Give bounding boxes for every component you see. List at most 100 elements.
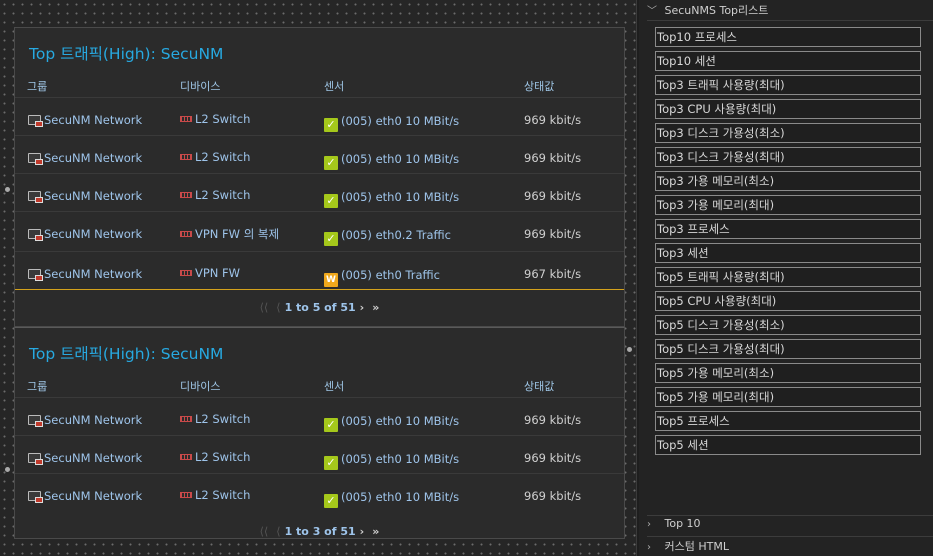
sensor-link[interactable]: ✓ (005) eth0 10 MBit/s xyxy=(324,414,459,432)
group-link[interactable]: SecuNM Network xyxy=(28,267,142,281)
table-row: SecuNM Network L2 Switch ✓ (005) eth0 10 MB… xyxy=(15,173,624,211)
toplist-item[interactable]: Top3 프로세스 xyxy=(655,219,921,239)
device-link[interactable]: L2 Switch xyxy=(180,112,250,126)
toplist-item[interactable]: Top3 CPU 사용량(최대) xyxy=(655,99,921,119)
status-value: 969 kbit/s xyxy=(524,151,582,165)
sensor-link[interactable]: ✓ (005) eth0 10 MBit/s xyxy=(324,190,459,208)
toplist-item[interactable]: Top3 디스크 가용성(최소) xyxy=(655,123,921,143)
group-name: SecuNM Network xyxy=(44,413,143,427)
group-link[interactable]: SecuNM Network xyxy=(28,451,142,465)
ok-status-icon: ✓ xyxy=(324,194,338,208)
toplist-item[interactable]: Top10 프로세스 xyxy=(655,27,921,47)
table-row: SecuNM Network VPN FW W (005) eth0 Traffic 9… xyxy=(15,251,624,290)
column-header-group[interactable]: 그룹 xyxy=(27,378,47,394)
group-link[interactable]: SecuNM Network xyxy=(28,189,142,203)
panel-header-secunms-toplist[interactable]: ﹀ SecuNMS Top리스트 xyxy=(647,2,933,21)
group-link[interactable]: SecuNM Network xyxy=(28,489,142,503)
sensor-link[interactable]: ✓ (005) eth0 10 MBit/s xyxy=(324,452,459,470)
network-group-icon xyxy=(28,153,43,165)
toplist-item[interactable]: Top5 세션 xyxy=(655,435,921,455)
sensor-name: (005) eth0 10 MBit/s xyxy=(341,490,460,504)
toplist-item[interactable]: Top3 트래픽 사용량(최대) xyxy=(655,75,921,95)
pagination: ⟨⟨ ⟨ 1 to 5 of 51 ›» xyxy=(15,301,624,314)
panel-header-top10[interactable]: › Top 10 xyxy=(647,515,933,535)
sensor-link[interactable]: ✓ (005) eth0 10 MBit/s xyxy=(324,114,459,132)
last-page-icon[interactable]: » xyxy=(372,525,379,538)
device-link[interactable]: L2 Switch xyxy=(180,412,250,426)
sensor-link[interactable]: ✓ (005) eth0.2 Traffic xyxy=(324,228,451,246)
device-link[interactable]: L2 Switch xyxy=(180,150,250,164)
group-link[interactable]: SecuNM Network xyxy=(28,227,142,241)
toplist-item[interactable]: Top3 가용 메모리(최대) xyxy=(655,195,921,215)
device-icon xyxy=(180,416,192,422)
device-link[interactable]: L2 Switch xyxy=(180,188,250,202)
status-value: 969 kbit/s xyxy=(524,489,582,503)
device-link[interactable]: L2 Switch xyxy=(180,450,250,464)
page-range: 1 to 5 of 51 xyxy=(284,301,356,314)
toplist-item[interactable]: Top3 세션 xyxy=(655,243,921,263)
resize-handle[interactable] xyxy=(5,187,10,192)
toplist-item[interactable]: Top3 가용 메모리(최소) xyxy=(655,171,921,191)
column-header-group[interactable]: 그룹 xyxy=(27,78,47,94)
group-name: SecuNM Network xyxy=(44,451,143,465)
toplist-item[interactable]: Top5 CPU 사용량(최대) xyxy=(655,291,921,311)
toplist-item[interactable]: Top5 가용 메모리(최소) xyxy=(655,363,921,383)
widget-title: Top 트래픽(High): SecuNM xyxy=(29,45,224,63)
network-group-icon xyxy=(28,453,43,465)
toplist-item[interactable]: Top5 가용 메모리(최대) xyxy=(655,387,921,407)
resize-handle[interactable] xyxy=(627,347,632,352)
group-name: SecuNM Network xyxy=(44,227,143,241)
next-page-icon[interactable]: › xyxy=(360,525,365,538)
panel-header-label: SecuNMS Top리스트 xyxy=(664,4,769,17)
device-link[interactable]: VPN FW 의 복제 xyxy=(180,226,279,242)
table-row: SecuNM Network L2 Switch ✓ (005) eth0 10 MB… xyxy=(15,135,624,173)
prev-page-icon[interactable]: ⟨ xyxy=(276,301,280,314)
device-icon xyxy=(180,192,192,198)
chevron-right-icon: › xyxy=(647,542,651,553)
column-header-sensor[interactable]: 센서 xyxy=(324,378,344,394)
table-row: SecuNM Network L2 Switch ✓ (005) eth0 10 MB… xyxy=(15,97,624,135)
device-name: L2 Switch xyxy=(195,188,251,202)
group-link[interactable]: SecuNM Network xyxy=(28,113,142,127)
panel-header-label: 커스텀 HTML xyxy=(664,540,729,553)
toplist-item[interactable]: Top10 세션 xyxy=(655,51,921,71)
device-name: VPN FW xyxy=(195,266,241,280)
device-name: L2 Switch xyxy=(195,412,251,426)
column-header-device[interactable]: 디바이스 xyxy=(180,378,220,394)
device-icon xyxy=(180,492,192,498)
column-header-value[interactable]: 상태값 xyxy=(524,378,554,394)
column-header-sensor[interactable]: 센서 xyxy=(324,78,344,94)
chevron-down-icon: ﹀ xyxy=(647,6,657,17)
next-page-icon[interactable]: › xyxy=(360,301,365,314)
group-link[interactable]: SecuNM Network xyxy=(28,151,142,165)
column-header-device[interactable]: 디바이스 xyxy=(180,78,220,94)
table-header: 그룹 디바이스 센서 상태값 xyxy=(15,78,624,96)
toplist-item[interactable]: Top5 디스크 가용성(최대) xyxy=(655,339,921,359)
toplist-item[interactable]: Top5 프로세스 xyxy=(655,411,921,431)
first-page-icon[interactable]: ⟨⟨ xyxy=(260,301,269,314)
last-page-icon[interactable]: » xyxy=(372,301,379,314)
device-icon xyxy=(180,154,192,160)
column-header-value[interactable]: 상태값 xyxy=(524,78,554,94)
group-name: SecuNM Network xyxy=(44,151,143,165)
device-link[interactable]: L2 Switch xyxy=(180,488,250,502)
group-link[interactable]: SecuNM Network xyxy=(28,413,142,427)
toplist-item[interactable]: Top3 디스크 가용성(최대) xyxy=(655,147,921,167)
sensor-link[interactable]: W (005) eth0 Traffic xyxy=(324,268,440,287)
first-page-icon[interactable]: ⟨⟨ xyxy=(260,525,269,538)
toplist-item[interactable]: Top5 트래픽 사용량(최대) xyxy=(655,267,921,287)
resize-handle[interactable] xyxy=(5,467,10,472)
sensor-link[interactable]: ✓ (005) eth0 10 MBit/s xyxy=(324,152,459,170)
prev-page-icon[interactable]: ⟨ xyxy=(276,525,280,538)
device-icon xyxy=(180,454,192,460)
table-body: SecuNM Network L2 Switch ✓ (005) eth0 10 MB… xyxy=(15,397,624,511)
ok-status-icon: ✓ xyxy=(324,156,338,170)
widget-title: Top 트래픽(High): SecuNM xyxy=(29,345,224,363)
device-link[interactable]: VPN FW xyxy=(180,266,240,280)
device-name: L2 Switch xyxy=(195,488,251,502)
sensor-link[interactable]: ✓ (005) eth0 10 MBit/s xyxy=(324,490,459,508)
network-group-icon xyxy=(28,229,43,241)
table-row: SecuNM Network VPN FW 의 복제 ✓ (005) eth0.2 T… xyxy=(15,211,624,251)
panel-header-custom-html[interactable]: › 커스텀 HTML xyxy=(647,536,933,556)
toplist-item[interactable]: Top5 디스크 가용성(최소) xyxy=(655,315,921,335)
